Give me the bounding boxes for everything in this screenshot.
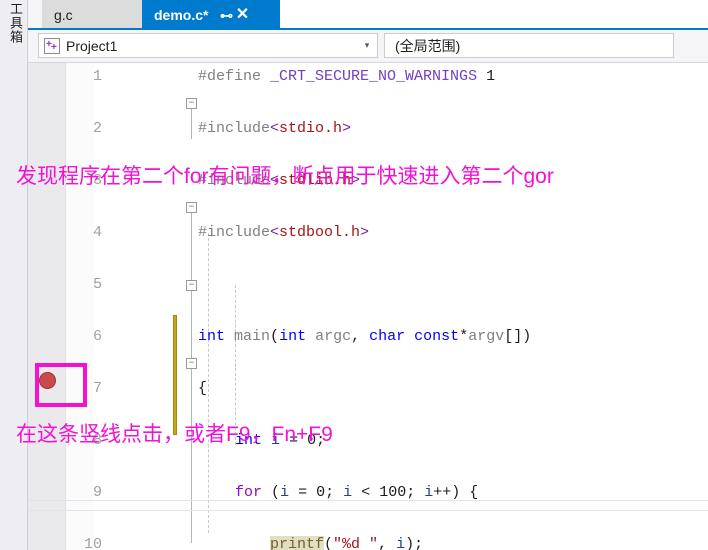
vs-editor-window: 工具箱 g.c demo.c* ⊷ ✕ Project1 ▾ (全局范围) bbox=[0, 0, 708, 550]
project-selector[interactable]: Project1 ▾ bbox=[38, 33, 378, 58]
editor-navigation-bar: Project1 ▾ (全局范围) bbox=[28, 30, 708, 63]
line-number: 10 bbox=[83, 535, 102, 550]
code-row: 9 for (i = 0; i < 100; i++) { bbox=[28, 479, 708, 505]
chevron-down-icon[interactable]: ▾ bbox=[357, 40, 377, 51]
code-row: 4 #include<stdbool.h> bbox=[28, 219, 708, 245]
line-number: 2 bbox=[92, 119, 102, 137]
code-row: 1 #define _CRT_SECURE_NO_WARNINGS 1 bbox=[28, 63, 708, 89]
line-number: 6 bbox=[92, 327, 102, 345]
scope-selector[interactable]: (全局范围) bbox=[384, 33, 674, 58]
line-number: 1 bbox=[92, 67, 102, 85]
toolbox-dock-label[interactable]: 工具箱 bbox=[2, 2, 26, 112]
breakpoint-highlight-box bbox=[35, 363, 87, 407]
line-text: printf("%d ", i); bbox=[270, 535, 423, 550]
close-icon[interactable]: ✕ bbox=[234, 7, 250, 23]
line-text: #include<stdio.h> bbox=[198, 119, 352, 137]
separator-line-lower bbox=[28, 500, 708, 501]
line-text: #define _CRT_SECURE_NO_WARNINGS 1 bbox=[198, 67, 496, 85]
tab-g-c[interactable]: g.c bbox=[42, 0, 142, 30]
code-row: 6 int main(int argc, char const*argv[]) bbox=[28, 323, 708, 349]
annotation-bottom: 在这条竖线点击，或者F9，Fn+F9 bbox=[16, 423, 333, 446]
separator-line-bottom bbox=[28, 510, 708, 511]
line-text: { bbox=[198, 379, 208, 397]
line-text: #include<stdbool.h> bbox=[198, 223, 370, 241]
code-row: 7 { bbox=[28, 375, 708, 401]
toolbox-dock-strip[interactable]: 工具箱 bbox=[0, 0, 28, 550]
code-row: 5 bbox=[28, 271, 708, 297]
code-row: 2 #include<stdio.h> bbox=[28, 115, 708, 141]
tabstrip-empty-area bbox=[280, 0, 708, 30]
line-text: int main(int argc, char const*argv[]) bbox=[198, 327, 532, 345]
tab-demo-c-label: demo.c* bbox=[154, 7, 209, 23]
cpp-project-icon bbox=[44, 37, 60, 54]
line-number: 9 bbox=[92, 483, 102, 501]
pin-icon[interactable]: ⊷ bbox=[218, 9, 234, 22]
line-number: 4 bbox=[92, 223, 102, 241]
code-editor-surface[interactable]: − − − − 1 #define _CRT_SECURE_NO_WARNING… bbox=[28, 63, 708, 550]
tab-g-c-label: g.c bbox=[54, 7, 73, 23]
project-selector-value: Project1 bbox=[66, 37, 118, 54]
tab-demo-c[interactable]: demo.c* ⊷ ✕ bbox=[142, 0, 280, 30]
line-number: 5 bbox=[92, 275, 102, 293]
code-row: 10 printf("%d ", i); bbox=[28, 531, 708, 550]
editor-tabstrip: g.c demo.c* ⊷ ✕ bbox=[28, 0, 708, 30]
scope-selector-value: (全局范围) bbox=[395, 37, 461, 54]
annotation-top: 发现程序在第二个for有问题，断点用于快速进入第二个gor bbox=[16, 165, 554, 188]
line-text: for (i = 0; i < 100; i++) { bbox=[235, 483, 479, 501]
